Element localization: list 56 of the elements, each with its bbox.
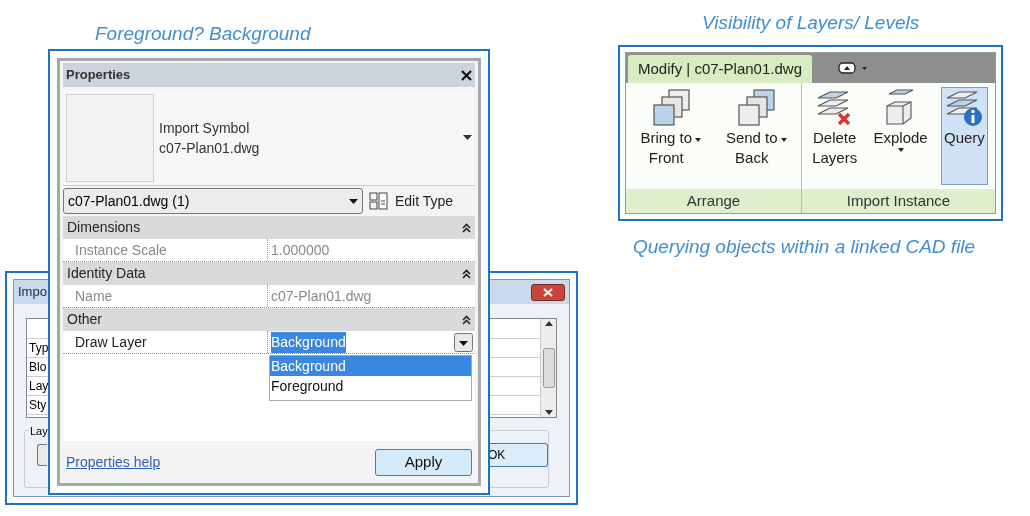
property-label: Instance Scale [63,239,268,261]
scrollbar[interactable] [540,319,556,417]
stacked-squares-icon [736,88,777,128]
panel-label-bar: Import Instance [802,189,995,213]
property-label: Draw Layer [63,331,268,353]
palette-title: Properties [66,66,131,85]
close-button[interactable] [531,283,565,301]
ribbon-button-label: Bring to [640,128,693,148]
property-label: Name [63,285,268,307]
collapse-icon[interactable] [462,314,471,325]
stacked-squares-icon [650,88,691,128]
type-name: c07-Plan01.dwg [159,138,261,158]
caret-icon [780,138,787,142]
scroll-down-icon[interactable] [544,410,553,415]
caret-icon [349,198,358,204]
ribbon-button-label: Send to [725,128,778,148]
ribbon-button-label: Explode [873,128,928,148]
dialog-title: Impo [18,283,47,302]
ribbon-button-label: Query [944,128,985,148]
collapse-icon[interactable] [462,222,471,233]
apply-button[interactable]: Apply [375,448,472,476]
section-header[interactable]: Dimensions [63,216,475,239]
ribbon-button-label: Back [735,148,769,168]
ribbon-button[interactable]: Explode [870,87,931,157]
edit-type-button[interactable]: Edit Type [369,190,454,212]
figure-caption: Foreground? Background [95,22,311,46]
dialog-button[interactable] [37,444,47,466]
instance-dropdown[interactable]: c07-Plan01.dwg (1) [63,188,363,214]
collapse-icon[interactable] [462,268,471,279]
ribbon-button[interactable]: Bring to Front [637,87,705,173]
property-value-field[interactable]: Background [268,331,475,353]
ribbon-button[interactable]: Query [941,87,988,185]
panel-label-bar: Arrange [626,189,801,213]
type-name: Import Symbol [159,118,251,138]
panel-toggle-icon[interactable] [838,61,870,75]
section-header[interactable]: Identity Data [63,262,475,285]
dropdown-option[interactable]: Foreground [270,376,471,396]
close-icon [543,287,553,297]
close-icon[interactable] [461,69,472,81]
caret-icon [695,138,702,142]
caret-icon [463,135,472,140]
ribbon-tab[interactable]: Modify | c07-Plan01.dwg [628,55,812,83]
help-link[interactable]: Properties help [66,451,161,473]
figure-caption: Querying objects within a linked CAD file [633,235,976,259]
caret-icon [897,148,904,152]
dropdown-option[interactable]: Background [270,356,471,376]
section-header[interactable]: Other [63,308,475,331]
ribbon-button-label: Layers [812,148,858,168]
ribbon-button[interactable]: Send to Back [722,87,790,173]
ribbon-button-label: Delete [812,128,857,148]
ribbon-button[interactable]: Delete Layers [809,87,861,173]
edit-type-icon [369,192,389,210]
layers-info-icon [944,88,985,128]
scroll-up-icon[interactable] [544,321,553,326]
figure-caption: Visibility of Layers/ Levels [702,11,920,35]
ribbon-button-label: Front [648,148,684,168]
